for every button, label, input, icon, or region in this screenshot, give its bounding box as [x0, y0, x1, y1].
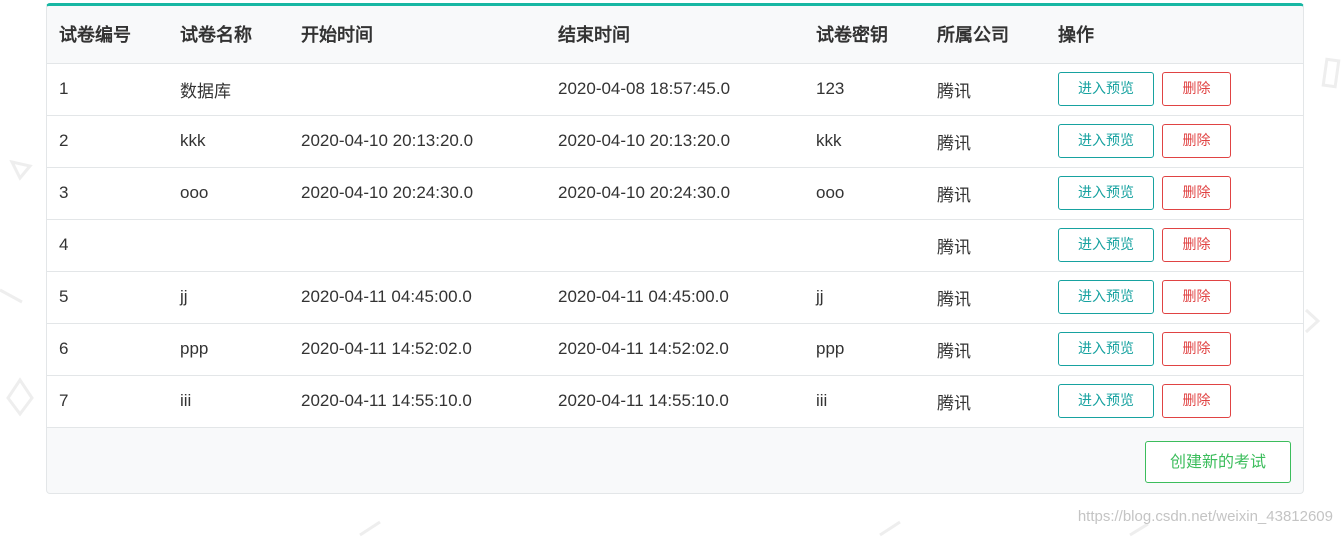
cell-actions: 进入预览 删除: [1046, 167, 1303, 220]
table-header-row: 试卷编号 试卷名称 开始时间 结束时间 试卷密钥 所属公司 操作: [47, 6, 1303, 64]
cell-name: iii: [168, 375, 289, 428]
cell-start-time: 2020-04-10 20:13:20.0: [289, 115, 546, 168]
cell-start-time: 2020-04-11 14:55:10.0: [289, 375, 546, 428]
column-header-actions: 操作: [1046, 6, 1303, 64]
table-row: 6 ppp 2020-04-11 14:52:02.0 2020-04-11 1…: [47, 323, 1303, 376]
column-header-start-time: 开始时间: [289, 6, 546, 64]
cell-key: [804, 219, 925, 272]
delete-button[interactable]: 删除: [1162, 72, 1231, 106]
cell-key: ooo: [804, 167, 925, 220]
cell-key: kkk: [804, 115, 925, 168]
cell-end-time: 2020-04-11 04:45:00.0: [546, 271, 804, 324]
column-header-company: 所属公司: [925, 6, 1046, 64]
column-header-id: 试卷编号: [47, 6, 168, 64]
exam-list-panel: 试卷编号 试卷名称 开始时间 结束时间 试卷密钥 所属公司 操作 1 数据库 2…: [46, 3, 1304, 494]
table-row: 2 kkk 2020-04-10 20:13:20.0 2020-04-10 2…: [47, 115, 1303, 168]
table-row: 5 jj 2020-04-11 04:45:00.0 2020-04-11 04…: [47, 271, 1303, 324]
cell-company: 腾讯: [925, 219, 1046, 272]
cell-company: 腾讯: [925, 375, 1046, 428]
cell-actions: 进入预览 删除: [1046, 323, 1303, 376]
delete-button[interactable]: 删除: [1162, 124, 1231, 158]
preview-button[interactable]: 进入预览: [1058, 176, 1154, 210]
cell-id: 4: [47, 219, 168, 272]
cell-name: kkk: [168, 115, 289, 168]
cell-start-time: 2020-04-10 20:24:30.0: [289, 167, 546, 220]
table-row: 1 数据库 2020-04-08 18:57:45.0 123 腾讯 进入预览删…: [47, 63, 1303, 116]
delete-button[interactable]: 删除: [1162, 332, 1231, 366]
cell-name: jj: [168, 271, 289, 324]
preview-button[interactable]: 进入预览: [1058, 124, 1154, 158]
cell-id: 6: [47, 323, 168, 376]
cell-actions: 进入预览 删除: [1046, 219, 1303, 272]
table-row: 4 腾讯 进入预览 删除: [47, 219, 1303, 272]
cell-id: 2: [47, 115, 168, 168]
cell-key: jj: [804, 271, 925, 324]
cell-end-time: 2020-04-08 18:57:45.0: [546, 63, 804, 116]
preview-button[interactable]: 进入预览: [1058, 72, 1154, 106]
column-header-key: 试卷密钥: [804, 6, 925, 64]
preview-button[interactable]: 进入预览: [1058, 228, 1154, 262]
cell-id: 5: [47, 271, 168, 324]
watermark-text: https://blog.csdn.net/weixin_43812609: [1077, 508, 1333, 525]
cell-end-time: 2020-04-10 20:24:30.0: [546, 167, 804, 220]
preview-button[interactable]: 进入预览: [1058, 280, 1154, 314]
cell-actions: 进入预览 删除: [1046, 375, 1303, 428]
cell-company: 腾讯: [925, 323, 1046, 376]
cell-name: ppp: [168, 323, 289, 376]
cell-actions: 进入预览 删除: [1046, 63, 1303, 116]
cell-key: ppp: [804, 323, 925, 376]
cell-end-time: [546, 219, 804, 272]
cell-name: [168, 219, 289, 272]
cell-actions: 进入预览 删除: [1046, 271, 1303, 324]
cell-company: 腾讯: [925, 271, 1046, 324]
exam-table: 试卷编号 试卷名称 开始时间 结束时间 试卷密钥 所属公司 操作 1 数据库 2…: [47, 6, 1303, 428]
cell-end-time: 2020-04-11 14:55:10.0: [546, 375, 804, 428]
cell-end-time: 2020-04-10 20:13:20.0: [546, 115, 804, 168]
column-header-end-time: 结束时间: [546, 6, 804, 64]
cell-actions: 进入预览 删除: [1046, 115, 1303, 168]
cell-start-time: [289, 219, 546, 272]
cell-company: 腾讯: [925, 63, 1046, 116]
preview-button[interactable]: 进入预览: [1058, 332, 1154, 366]
delete-button[interactable]: 删除: [1162, 228, 1231, 262]
delete-button[interactable]: 删除: [1162, 384, 1231, 418]
table-footer: 创建新的考试: [47, 428, 1303, 494]
cell-id: 3: [47, 167, 168, 220]
cell-id: 1: [47, 63, 168, 116]
cell-company: 腾讯: [925, 115, 1046, 168]
cell-id: 7: [47, 375, 168, 428]
cell-key: iii: [804, 375, 925, 428]
delete-button[interactable]: 删除: [1162, 176, 1231, 210]
cell-name: ooo: [168, 167, 289, 220]
create-exam-button[interactable]: 创建新的考试: [1145, 440, 1291, 483]
cell-key: 123: [804, 63, 925, 116]
cell-start-time: 2020-04-11 14:52:02.0: [289, 323, 546, 376]
table-row: 7 iii 2020-04-11 14:55:10.0 2020-04-11 1…: [47, 375, 1303, 428]
cell-name: 数据库: [168, 63, 289, 116]
cell-end-time: 2020-04-11 14:52:02.0: [546, 323, 804, 376]
preview-button[interactable]: 进入预览: [1058, 384, 1154, 418]
delete-button[interactable]: 删除: [1162, 280, 1231, 314]
cell-start-time: [289, 63, 546, 116]
column-header-name: 试卷名称: [168, 6, 289, 64]
table-row: 3 ooo 2020-04-10 20:24:30.0 2020-04-10 2…: [47, 167, 1303, 220]
cell-start-time: 2020-04-11 04:45:00.0: [289, 271, 546, 324]
cell-company: 腾讯: [925, 167, 1046, 220]
